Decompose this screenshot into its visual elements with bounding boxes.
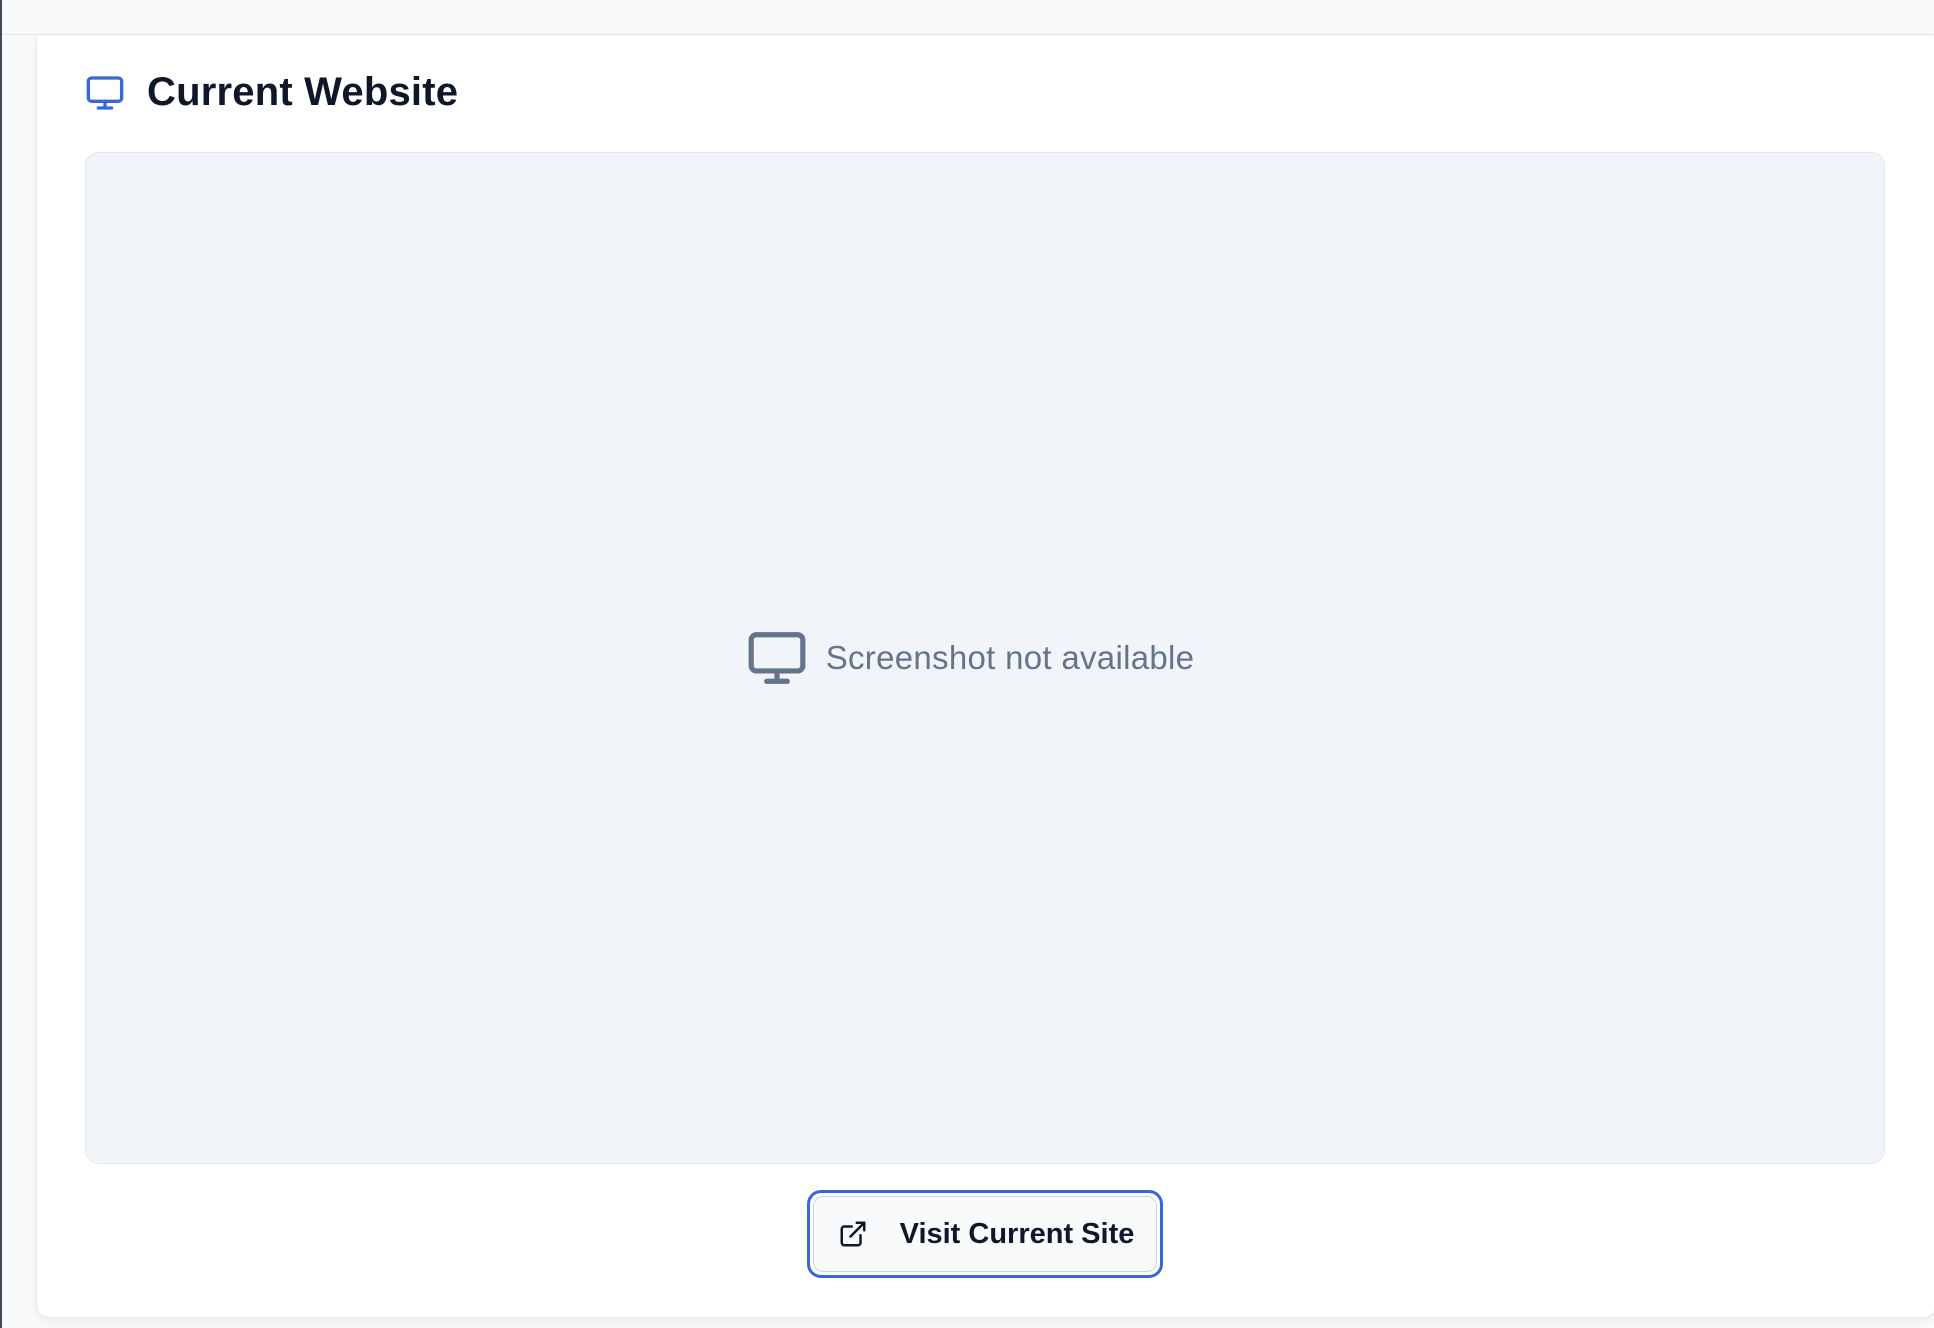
visit-current-site-button-inner: Visit Current Site (813, 1196, 1157, 1272)
current-website-card: Current Website Screenshot not available (36, 36, 1934, 1318)
external-link-icon (836, 1217, 870, 1251)
monitor-icon (85, 73, 125, 113)
page: Current Website Screenshot not available (0, 0, 1934, 1328)
screenshot-placeholder: Screenshot not available (746, 627, 1195, 689)
monitor-icon (746, 627, 808, 689)
visit-current-site-button[interactable]: Visit Current Site (807, 1190, 1163, 1278)
card-header: Current Website (85, 70, 458, 115)
placeholder-text: Screenshot not available (825, 639, 1195, 676)
card-title: Current Website (147, 70, 459, 114)
website-preview: Screenshot not available (85, 152, 1885, 1164)
visit-current-site-label: Visit Current Site (899, 1217, 1135, 1250)
top-strip (2, 0, 1934, 35)
